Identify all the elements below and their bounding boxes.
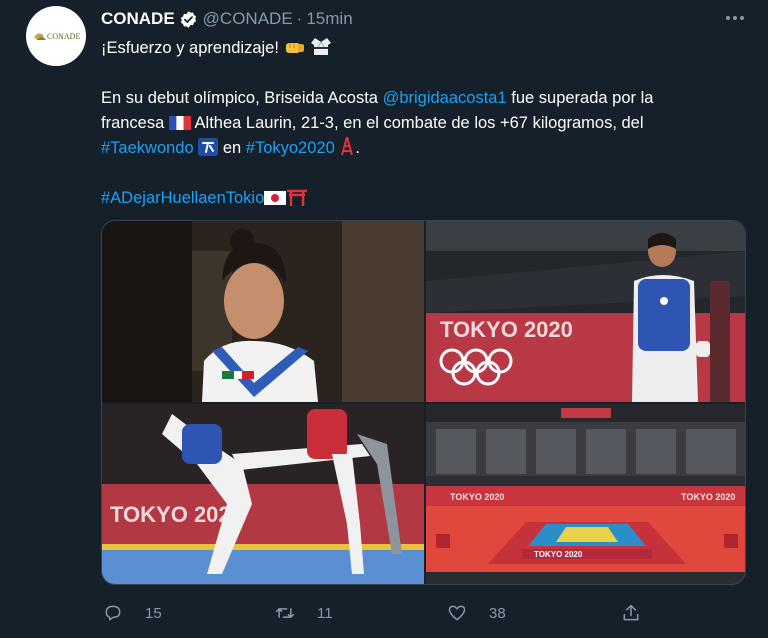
tweet-line-1-text: ¡Esfuerzo y aprendizaje! bbox=[101, 39, 279, 57]
japan-flag-icon bbox=[264, 191, 287, 205]
reply-icon bbox=[105, 605, 121, 621]
photo-athlete-blue-vest[interactable]: TOKYO 2020 bbox=[426, 221, 745, 402]
reply-count: 15 bbox=[145, 604, 162, 622]
tweet-text-segment: . bbox=[355, 139, 360, 157]
like-count: 38 bbox=[489, 604, 506, 622]
retweet-icon bbox=[275, 608, 295, 618]
hashtag-taekwondo-link[interactable]: #Taekwondo bbox=[101, 139, 194, 157]
svg-text:TOKYO 2020: TOKYO 2020 bbox=[534, 550, 583, 559]
more-options-icon[interactable] bbox=[722, 8, 748, 28]
heart-icon bbox=[448, 605, 466, 621]
torii-gate-icon bbox=[287, 189, 308, 206]
like-button[interactable]: 38 bbox=[447, 603, 506, 623]
photo-athlete-blue-vest-image: TOKYO 2020 bbox=[426, 221, 745, 402]
tweet-time[interactable]: 15min bbox=[306, 9, 352, 29]
author-handle[interactable]: @CONADE bbox=[203, 9, 293, 29]
tweet-hashtag-line: #ADejarHuellaenTokio bbox=[101, 186, 751, 211]
photo-arena-overview-image: TOKYO 2020 TOKYO 2020 TOKYO 2020 bbox=[426, 404, 745, 584]
conade-logo: CONADE bbox=[34, 32, 80, 41]
tweet-header: CONADE @CONADE · 15min bbox=[101, 8, 353, 30]
verified-badge-icon bbox=[180, 10, 196, 28]
reply-button[interactable]: 15 bbox=[103, 603, 162, 623]
france-flag-icon bbox=[168, 116, 191, 130]
fist-emoji-icon bbox=[285, 43, 304, 53]
share-icon bbox=[623, 604, 639, 621]
hashtag-huella-link[interactable]: #ADejarHuellaenTokio bbox=[101, 189, 264, 207]
retweet-count: 11 bbox=[317, 604, 333, 622]
svg-text:TOKYO 2020: TOKYO 2020 bbox=[440, 317, 573, 342]
svg-text:TOKYO 2020: TOKYO 2020 bbox=[681, 492, 735, 502]
tweet-text-segment: fue superada por la bbox=[506, 89, 654, 107]
tweet-text-segment: francesa bbox=[101, 114, 169, 132]
separator-dot: · bbox=[296, 9, 303, 28]
martial-arts-uniform-emoji-icon bbox=[311, 38, 332, 55]
photo-athlete-portrait-image bbox=[102, 221, 424, 402]
hashtag-tokyo-link[interactable]: #Tokyo2020 bbox=[246, 139, 335, 157]
tweet-paragraph: En su debut olímpico, Briseida Acosta @b… bbox=[101, 86, 751, 161]
tweet-text: ¡Esfuerzo y aprendizaje! En su debut olí… bbox=[101, 36, 751, 211]
tweet-actions: 15 11 38 bbox=[101, 598, 661, 628]
svg-text:CONADE: CONADE bbox=[47, 32, 80, 41]
mention-link[interactable]: @brigidaacosta1 bbox=[383, 89, 507, 107]
retweet-button[interactable]: 11 bbox=[275, 603, 333, 623]
svg-text:TOKYO 2020: TOKYO 2020 bbox=[450, 492, 504, 502]
tokyo-tower-icon bbox=[341, 136, 354, 156]
share-button[interactable] bbox=[621, 603, 641, 623]
photo-kick-action-image: TOKYO 2020 bbox=[102, 404, 424, 584]
author-name[interactable]: CONADE bbox=[101, 9, 175, 29]
photo-kick-action[interactable]: TOKYO 2020 bbox=[102, 404, 424, 584]
taekwondo-icon bbox=[198, 138, 219, 156]
photo-arena-overview[interactable]: TOKYO 2020 TOKYO 2020 TOKYO 2020 bbox=[426, 404, 745, 584]
photo-athlete-portrait[interactable] bbox=[102, 221, 424, 402]
tweet-text-segment: En su debut olímpico, Briseida Acosta bbox=[101, 89, 383, 107]
media-grid: TOKYO 2020 TOKYO 2020 TOKYO 2020 TOKYO 2… bbox=[101, 220, 746, 585]
tweet-text-segment: Althea Laurin, 21-3, en el combate de lo… bbox=[190, 114, 644, 132]
tweet-text-segment: en bbox=[218, 139, 246, 157]
avatar[interactable]: CONADE bbox=[26, 6, 86, 66]
tweet-line-1: ¡Esfuerzo y aprendizaje! bbox=[101, 36, 751, 61]
